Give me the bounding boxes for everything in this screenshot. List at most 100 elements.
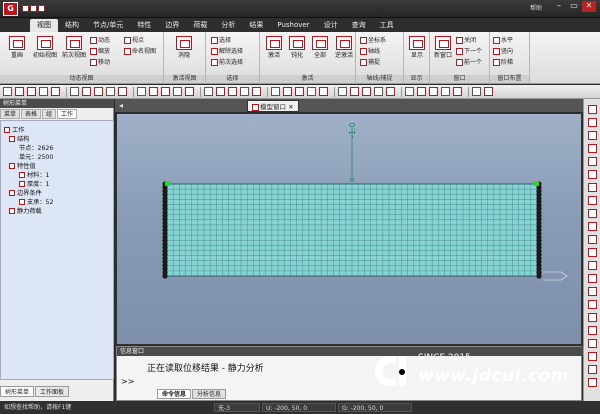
pan-button[interactable]: 移动 — [90, 57, 110, 66]
hidden-line-button[interactable]: 消隐 — [169, 36, 199, 59]
tab-tree-menu[interactable]: 树形菜单 — [0, 386, 35, 397]
side-tool-icon[interactable] — [588, 105, 597, 114]
toolbar-tool-icon[interactable] — [137, 87, 146, 96]
tree-item-elements[interactable]: 单元：2500 — [19, 152, 53, 161]
toolbar-tool-icon[interactable] — [295, 87, 304, 96]
previous-window-button[interactable]: 前一个 — [456, 57, 482, 66]
side-tool-icon[interactable] — [588, 235, 597, 244]
toolbar-tool-icon[interactable] — [240, 87, 249, 96]
side-tool-icon[interactable] — [588, 131, 597, 140]
toolbar-tool-icon[interactable] — [374, 87, 383, 96]
tree-item-nodes[interactable]: 节点：2626 — [19, 143, 53, 152]
menu-tab-load[interactable]: 荷载 — [186, 19, 214, 32]
deselect-button[interactable]: 解除选择 — [211, 46, 243, 55]
viewpoint-button[interactable]: 视点 — [124, 35, 144, 44]
toolbar-tool-icon[interactable] — [338, 87, 347, 96]
toolbar-tool-icon[interactable] — [185, 87, 194, 96]
model-canvas[interactable]: -1.0 — [117, 114, 582, 345]
toolbar-tool-icon[interactable] — [15, 87, 24, 96]
toolbar-tool-icon[interactable] — [429, 87, 438, 96]
toolbar-tool-icon[interactable] — [27, 87, 36, 96]
side-tool-icon[interactable] — [588, 118, 597, 127]
tab-table[interactable]: 表格 — [21, 109, 42, 119]
side-tool-icon[interactable] — [588, 196, 597, 205]
side-tool-icon[interactable] — [588, 157, 597, 166]
toolbar-tool-icon[interactable] — [216, 87, 225, 96]
toolbar-tool-icon[interactable] — [453, 87, 462, 96]
toolbar-tool-icon[interactable] — [204, 87, 213, 96]
tab-command-info[interactable]: 命令信息 — [157, 389, 192, 399]
previous-select-button[interactable]: 前次选择 — [211, 57, 243, 66]
tab-work[interactable]: 工作 — [57, 109, 78, 119]
side-tool-icon[interactable] — [588, 248, 597, 257]
toolbar-tool-icon[interactable] — [70, 87, 79, 96]
snap-button[interactable]: 捕捉 — [360, 57, 380, 66]
toolbar-tool-icon[interactable] — [484, 87, 493, 96]
quick-access-toolbar[interactable] — [22, 4, 62, 14]
toolbar-tool-icon[interactable] — [417, 87, 426, 96]
side-tool-icon[interactable] — [588, 170, 597, 179]
next-window-button[interactable]: 下一个 — [456, 46, 482, 55]
toolbar-tool-icon[interactable] — [106, 87, 115, 96]
initial-view-button[interactable]: 初始视图 — [30, 36, 60, 59]
toolbar-tool-icon[interactable] — [283, 87, 292, 96]
side-tool-icon[interactable] — [588, 261, 597, 270]
toolbar-tool-icon[interactable] — [173, 87, 182, 96]
toolbar-tool-icon[interactable] — [39, 87, 48, 96]
tree-item-thickness[interactable]: 厚度：1 — [19, 179, 50, 188]
toolbar-tool-icon[interactable] — [441, 87, 450, 96]
tab-scroll-left-icon[interactable]: ◂ — [119, 101, 123, 110]
previous-view-button[interactable]: 前次视图 — [60, 36, 88, 59]
toolbar-tool-icon[interactable] — [118, 87, 127, 96]
side-tool-icon[interactable] — [588, 287, 597, 296]
minimize-button[interactable]: – — [552, 1, 566, 12]
toolbar-tool-icon[interactable] — [386, 87, 395, 96]
axis-button[interactable]: 轴线 — [360, 46, 380, 55]
tab-group[interactable]: 组 — [42, 109, 57, 119]
named-view-button[interactable]: 命名视图 — [124, 46, 156, 55]
save-icon[interactable] — [22, 4, 29, 12]
tab-work-panel[interactable]: 工作面板 — [35, 386, 70, 397]
tree-item-properties[interactable]: 特性值 — [9, 161, 36, 170]
side-tool-icon[interactable] — [588, 326, 597, 335]
menu-tab-results[interactable]: 结果 — [242, 19, 270, 32]
side-tool-icon[interactable] — [588, 144, 597, 153]
tile-vertical-button[interactable]: 竖向 — [493, 46, 513, 55]
toolbar-tool-icon[interactable] — [228, 87, 237, 96]
help-menu[interactable]: 帮助 — [530, 3, 542, 12]
menu-tab-boundary[interactable]: 边界 — [158, 19, 186, 32]
toolbar-tool-icon[interactable] — [307, 87, 316, 96]
zoom-button[interactable]: 缩放 — [90, 46, 110, 55]
coordinate-system-button[interactable]: 坐标系 — [360, 35, 386, 44]
toolbar-tool-icon[interactable] — [94, 87, 103, 96]
side-tool-icon[interactable] — [588, 365, 597, 374]
tree-item-boundary[interactable]: 边界条件 — [9, 188, 42, 197]
menu-tab-design[interactable]: 设计 — [317, 19, 345, 32]
activate-button[interactable]: 激活 — [263, 36, 285, 59]
side-tool-icon[interactable] — [588, 222, 597, 231]
menu-tab-analysis[interactable]: 分析 — [214, 19, 242, 32]
menu-tab-tools[interactable]: 工具 — [373, 19, 401, 32]
display-button[interactable]: 显示 — [407, 36, 427, 59]
close-window-button[interactable]: 关闭 — [456, 35, 476, 44]
side-tool-icon[interactable] — [588, 313, 597, 322]
toolbar-tool-icon[interactable] — [319, 87, 328, 96]
tree-item-work[interactable]: 工作 — [4, 125, 24, 134]
menu-tab-structure[interactable]: 结构 — [58, 19, 86, 32]
menu-tab-properties[interactable]: 特性 — [130, 19, 158, 32]
toolbar-tool-icon[interactable] — [405, 87, 414, 96]
tree-item-supports[interactable]: 支承：52 — [19, 197, 53, 206]
toolbar-tool-icon[interactable] — [252, 87, 261, 96]
redraw-button[interactable]: 重画 — [6, 36, 28, 59]
model-viewport[interactable]: -1.0 — [116, 113, 582, 345]
menu-tab-node-element[interactable]: 节点/单元 — [86, 19, 130, 32]
tab-menu[interactable]: 菜单 — [0, 109, 21, 119]
close-button[interactable]: ✕ — [582, 1, 596, 12]
deactivate-button[interactable]: 钝化 — [286, 36, 308, 59]
undo-icon[interactable] — [38, 4, 45, 12]
maximize-button[interactable]: ▭ — [567, 1, 581, 12]
tree-item-structure[interactable]: 结构 — [9, 134, 29, 143]
tab-model-window[interactable]: 模型窗口 ✕ — [247, 100, 299, 112]
tree-item-static-load[interactable]: 静力荷载 — [9, 206, 42, 215]
cascade-button[interactable]: 阶梯 — [493, 57, 513, 66]
